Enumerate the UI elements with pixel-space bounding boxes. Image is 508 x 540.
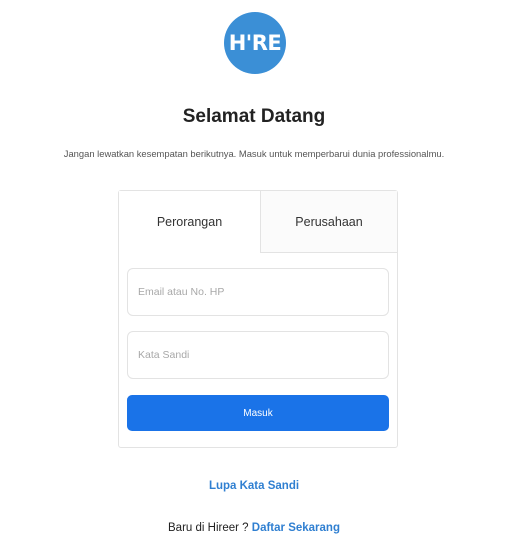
page-subtitle: Jangan lewatkan kesempatan berikutnya. M…	[63, 148, 445, 159]
email-input[interactable]	[128, 269, 388, 315]
register-row: Baru di Hireer ? Daftar Sekarang	[0, 522, 508, 534]
forgot-password-row: Lupa Kata Sandi	[0, 480, 508, 492]
login-card: Perorangan Perusahaan Masuk	[118, 190, 398, 448]
password-field-container	[127, 331, 389, 379]
forgot-password-link[interactable]: Lupa Kata Sandi	[209, 480, 299, 492]
login-button[interactable]: Masuk	[127, 395, 389, 431]
register-link[interactable]: Daftar Sekarang	[252, 522, 340, 534]
register-prompt: Baru di Hireer ?	[168, 522, 249, 534]
tab-perorangan[interactable]: Perorangan	[119, 191, 260, 253]
password-input[interactable]	[128, 332, 388, 378]
account-type-tabs: Perorangan Perusahaan	[119, 191, 397, 253]
hireer-logo: H'RE	[224, 12, 286, 74]
tab-perusahaan[interactable]: Perusahaan	[260, 191, 397, 253]
page-title: Selamat Datang	[182, 106, 326, 127]
login-page: H'RE Selamat Datang Jangan lewatkan kese…	[0, 0, 508, 540]
email-field-container	[127, 268, 389, 316]
logo-text: H'RE	[228, 31, 282, 55]
